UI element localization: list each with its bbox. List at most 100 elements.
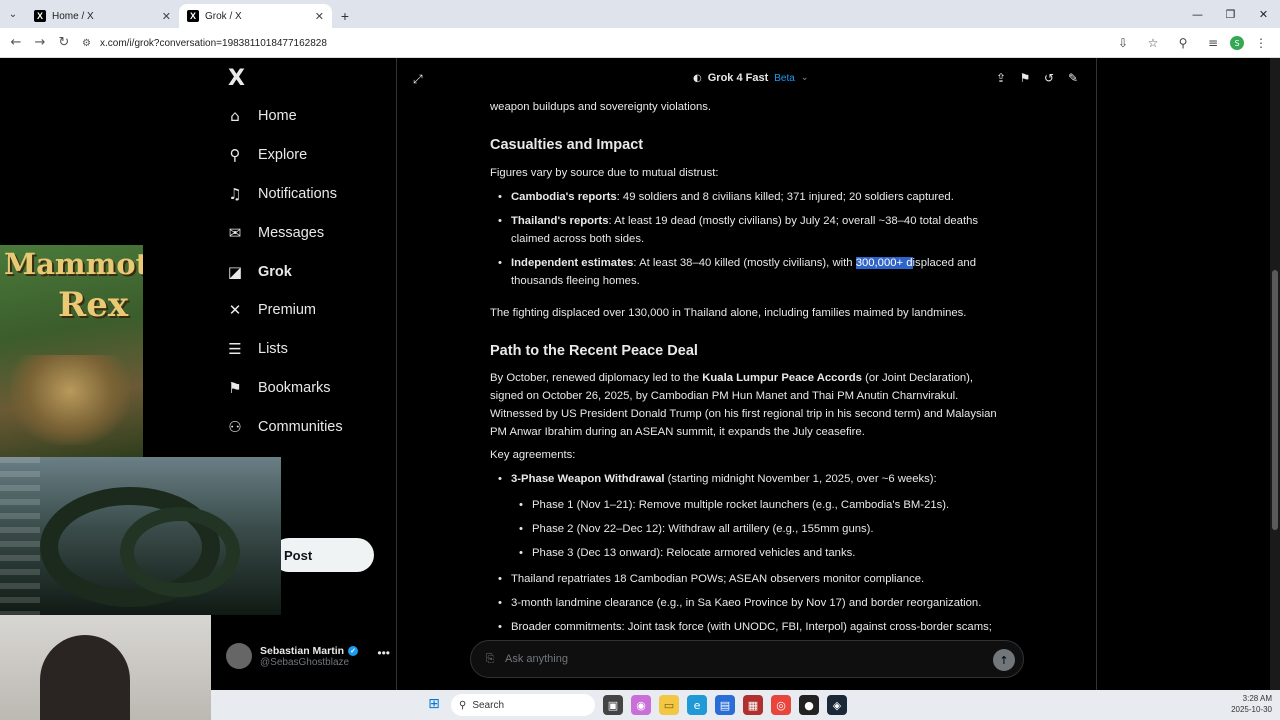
tab-home[interactable]: X Home / X ✕ xyxy=(26,4,179,28)
edge-icon[interactable]: e xyxy=(687,695,707,715)
attach-icon[interactable]: ⎘ xyxy=(475,652,505,666)
model-selector[interactable]: ◐ Grok 4 Fast Beta ⌄ xyxy=(693,72,808,84)
x-favicon-icon: X xyxy=(34,10,46,22)
windows-start-icon[interactable]: ⊞ xyxy=(426,696,442,712)
post-button[interactable]: Post xyxy=(272,538,374,572)
paragraph: By October, renewed diplomacy led to the… xyxy=(490,372,997,438)
store-icon[interactable]: ▤ xyxy=(715,695,735,715)
verified-icon: ✓ xyxy=(348,645,359,656)
avatar xyxy=(226,643,252,669)
menu-icon[interactable]: ⋮ xyxy=(1248,36,1274,50)
account-name: Sebastian Martin ✓ xyxy=(260,645,359,657)
list-item: 3-Phase Weapon Withdrawal (starting midn… xyxy=(490,470,1002,488)
sidebar-item-label: Notifications xyxy=(258,186,337,202)
header-actions: ⇪ ⚑ ↺ ✎ xyxy=(994,71,1080,85)
more-dots-icon[interactable]: ••• xyxy=(377,646,390,660)
paragraph: weapon buildups and sovereignty violatio… xyxy=(490,101,712,113)
sidebar-item-premium[interactable]: ✕ Premium xyxy=(226,295,316,325)
bookmark-icon[interactable]: ⚑ xyxy=(1018,71,1032,85)
sidebar-item-label: Premium xyxy=(258,302,317,318)
serpent-illustration xyxy=(120,507,240,597)
conversation-header: ⤢ ◐ Grok 4 Fast Beta ⌄ ⇪ ⚑ ↺ ✎ xyxy=(397,58,1096,102)
sidebar-item-home[interactable]: ⌂ Home xyxy=(226,101,297,131)
file-explorer-icon[interactable]: ▭ xyxy=(659,695,679,715)
sidebar-item-label: Home xyxy=(258,108,297,124)
search-icon: ⚲ xyxy=(459,699,467,711)
reload-icon[interactable]: ↻ xyxy=(52,35,76,50)
list-item: Phase 1 (Nov 1–21): Remove multiple rock… xyxy=(490,496,1002,514)
steam-icon[interactable]: ◈ xyxy=(827,695,847,715)
chrome-icon[interactable]: ◎ xyxy=(771,695,791,715)
sidebar-item-lists[interactable]: ☰ Lists xyxy=(226,334,288,364)
sidebar-item-bookmarks[interactable]: ⚑ Bookmarks xyxy=(226,373,331,403)
history-icon[interactable]: ↺ xyxy=(1042,71,1056,85)
extensions-icon[interactable]: ⚲ xyxy=(1170,36,1196,50)
tab-grok[interactable]: X Grok / X ✕ xyxy=(179,4,332,28)
x-favicon-icon: X xyxy=(187,10,199,22)
tab-title: Grok / X xyxy=(205,10,242,22)
share-icon[interactable]: ⇪ xyxy=(994,71,1008,85)
webcam-overlay xyxy=(0,615,211,720)
copilot-icon[interactable]: ◉ xyxy=(631,695,651,715)
taskbar-clock[interactable]: 3:28 AM 2025-10-30 xyxy=(1231,693,1272,715)
chevron-down-icon: ⌄ xyxy=(800,73,809,83)
ask-input-box[interactable]: ⎘ Ask anything ↑ xyxy=(470,640,1024,678)
send-icon[interactable]: ↑ xyxy=(993,649,1015,671)
paragraph: Key agreements: xyxy=(490,449,576,461)
expand-icon[interactable]: ⤢ xyxy=(413,72,423,87)
sidebar-item-notifications[interactable]: ♫ Notifications xyxy=(226,179,337,209)
taskbar-apps: ▣ ◉ ▭ e ▤ ▦ ◎ ● ◈ xyxy=(603,695,847,715)
sidebar-item-label: Bookmarks xyxy=(258,380,331,396)
site-info-icon[interactable]: ⚙ xyxy=(82,38,100,49)
ask-input[interactable]: Ask anything xyxy=(505,653,568,665)
beta-badge: Beta xyxy=(774,72,795,84)
model-name: Grok 4 Fast xyxy=(707,72,769,84)
app-icon[interactable]: ● xyxy=(799,695,819,715)
profile-avatar-icon[interactable]: S xyxy=(1230,36,1244,50)
windows-taskbar: ⊞ ⚲ Search ▣ ◉ ▭ e ▤ ▦ ◎ ● ◈ 3:28 AM 202… xyxy=(211,690,1280,720)
sidebar-item-messages[interactable]: ✉ Messages xyxy=(226,218,324,248)
back-icon[interactable]: ← xyxy=(4,35,28,50)
grok-response: weapon buildups and sovereignty violatio… xyxy=(490,98,1002,654)
mammoth-illustration xyxy=(10,355,130,445)
thumbnail-subtitle: Rex xyxy=(58,285,129,325)
divider xyxy=(1096,58,1097,690)
taskbar-search[interactable]: ⚲ Search xyxy=(451,694,595,716)
sidebar-item-label: Grok xyxy=(258,264,292,280)
list-item: Thailand's reports: At least 19 dead (mo… xyxy=(490,212,1002,248)
install-app-icon[interactable]: ⇩ xyxy=(1110,36,1136,50)
scrollbar-thumb[interactable] xyxy=(1272,270,1278,530)
sidebar-item-grok[interactable]: ◪ Grok xyxy=(226,257,292,287)
page-scrollbar[interactable] xyxy=(1270,58,1280,690)
media-icon[interactable]: ≡ xyxy=(1200,36,1226,50)
address-bar[interactable]: ⚙ x.com/i/grok?conversation=198381101847… xyxy=(82,31,1122,55)
app-icon[interactable]: ▦ xyxy=(743,695,763,715)
sidebar-item-communities[interactable]: ⚇ Communities xyxy=(226,412,342,442)
forward-icon[interactable]: → xyxy=(28,35,52,50)
bookmark-star-icon[interactable]: ☆ xyxy=(1140,36,1166,50)
sidebar-item-explore[interactable]: ⚲ Explore xyxy=(226,140,308,170)
grok-conversation: ⤢ ◐ Grok 4 Fast Beta ⌄ ⇪ ⚑ ↺ ✎ weapon bu… xyxy=(397,58,1096,690)
list-item: Phase 2 (Nov 22–Dec 12): Withdraw all ar… xyxy=(490,520,1002,538)
x-logo[interactable]: X xyxy=(228,66,245,91)
clock-date: 2025-10-30 xyxy=(1231,705,1272,714)
window-controls: — ❐ ✕ xyxy=(1181,0,1280,28)
minimize-icon[interactable]: — xyxy=(1181,0,1214,28)
list-item: Cambodia's reports: 49 soldiers and 8 ci… xyxy=(490,188,1002,206)
new-chat-icon[interactable]: ✎ xyxy=(1066,71,1080,85)
mammoth-rex-thumbnail: Mammoth Rex xyxy=(0,245,143,457)
list-item: Thailand repatriates 18 Cambodian POWs; … xyxy=(490,570,1002,588)
account-handle: @SebasGhostblaze xyxy=(260,656,350,668)
account-switcher[interactable]: Sebastian Martin ✓ @SebasGhostblaze ••• xyxy=(226,638,396,674)
browser-tabstrip: ⌄ X Home / X ✕ X Grok / X ✕ + — ❐ ✕ xyxy=(0,0,1280,28)
toolbar-actions: ⇩ ☆ ⚲ ≡ S ⋮ xyxy=(1110,28,1274,58)
restore-icon[interactable]: ❐ xyxy=(1214,0,1247,28)
tab-search-button[interactable]: ⌄ xyxy=(0,0,26,28)
task-view-icon[interactable]: ▣ xyxy=(603,695,623,715)
close-window-icon[interactable]: ✕ xyxy=(1247,0,1280,28)
close-tab-icon[interactable]: ✕ xyxy=(162,10,171,23)
new-tab-button[interactable]: + xyxy=(332,4,358,28)
thumbnail-title: Mammoth xyxy=(4,247,143,281)
list-item: Phase 3 (Dec 13 onward): Relocate armore… xyxy=(490,544,1002,562)
close-tab-icon[interactable]: ✕ xyxy=(315,10,324,23)
